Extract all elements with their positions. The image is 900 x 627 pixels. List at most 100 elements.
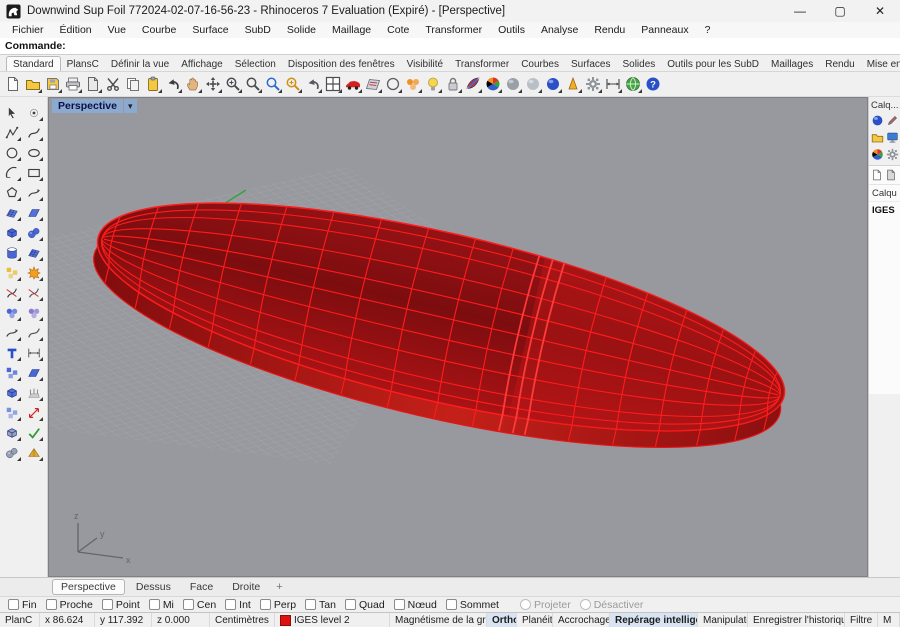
copy-icon[interactable]: [123, 74, 143, 94]
ribbon-tab-surfaces[interactable]: Surfaces: [565, 57, 616, 71]
osnap-checkbox-cen[interactable]: [183, 599, 194, 610]
check-icon[interactable]: [23, 423, 44, 442]
layer-colors-icon[interactable]: [483, 74, 503, 94]
osnap-checkbox-desactiver[interactable]: [580, 599, 591, 610]
loft-icon[interactable]: [23, 203, 44, 222]
perspective-viewport[interactable]: Perspective: [48, 97, 868, 577]
extend-icon[interactable]: [1, 323, 22, 342]
array-icon[interactable]: [1, 363, 22, 382]
dimension-icon[interactable]: [603, 74, 623, 94]
status-enregistrer-l-historique[interactable]: Enregistrer l'historique: [748, 613, 845, 627]
print-icon[interactable]: [63, 74, 83, 94]
explode-icon[interactable]: [23, 263, 44, 282]
plane-icon[interactable]: [23, 363, 44, 382]
add-viewport-icon[interactable]: +: [271, 581, 287, 593]
select-icon[interactable]: [1, 103, 22, 122]
osnap-proche[interactable]: Proche: [46, 599, 93, 611]
osnap-n-ud[interactable]: Nœud: [394, 599, 437, 611]
zoom-window-icon[interactable]: [243, 74, 263, 94]
menu-analyse[interactable]: Analyse: [533, 24, 586, 36]
status-magnetisme-de-la-grille[interactable]: Magnétisme de la grille: [390, 613, 487, 627]
lock-objects-icon[interactable]: [443, 74, 463, 94]
pyramid-icon[interactable]: [23, 443, 44, 462]
osnap-checkbox-proche[interactable]: [46, 599, 57, 610]
menu-item[interactable]: ?: [697, 24, 719, 36]
properties-icon[interactable]: [870, 113, 884, 127]
display-icon[interactable]: [885, 130, 899, 144]
ribbon-tab-disposition-des-fenetres[interactable]: Disposition des fenêtres: [282, 57, 401, 71]
osnap-checkbox-point[interactable]: [102, 599, 113, 610]
osnap-checkbox-sommet[interactable]: [446, 599, 457, 610]
osnap-checkbox-fin[interactable]: [8, 599, 19, 610]
view-tab-perspective[interactable]: Perspective: [52, 579, 125, 595]
maximize-button[interactable]: ▢: [820, 0, 860, 22]
ribbon-tab-rendu[interactable]: Rendu: [819, 57, 860, 71]
layers-icon[interactable]: [870, 147, 884, 161]
new-file-icon[interactable]: [3, 74, 23, 94]
hide-objects-icon[interactable]: [423, 74, 443, 94]
circle-icon[interactable]: [1, 143, 22, 162]
status-manipulateur[interactable]: Manipulateur: [698, 613, 748, 627]
circle-tool-icon[interactable]: [383, 74, 403, 94]
rotate-copy-icon[interactable]: [1, 423, 22, 442]
paste-icon[interactable]: [143, 74, 163, 94]
curve-icon[interactable]: [23, 123, 44, 142]
cylinder-icon[interactable]: [1, 243, 22, 262]
viewport-title[interactable]: Perspective: [52, 99, 123, 113]
osnap-mi[interactable]: Mi: [149, 599, 174, 611]
undo-view-icon[interactable]: [303, 74, 323, 94]
new-layer-icon[interactable]: [870, 168, 884, 182]
menu-edition[interactable]: Édition: [52, 24, 100, 36]
osnap-tan[interactable]: Tan: [305, 599, 336, 611]
scale-icon[interactable]: [23, 403, 44, 422]
rectangle-icon[interactable]: [23, 163, 44, 182]
menu-outils[interactable]: Outils: [490, 24, 533, 36]
layer-row-iges[interactable]: IGES: [869, 202, 900, 218]
rebuild-curve-icon[interactable]: [23, 323, 44, 342]
osnap-quad[interactable]: Quad: [345, 599, 385, 611]
patch-icon[interactable]: [23, 243, 44, 262]
status-y-117-392[interactable]: y 117.392: [95, 613, 152, 627]
box-icon[interactable]: [1, 223, 22, 242]
split-icon[interactable]: [23, 283, 44, 302]
arc-icon[interactable]: [1, 163, 22, 182]
web-icon[interactable]: [623, 74, 643, 94]
shaded-view-icon[interactable]: [503, 74, 523, 94]
status-z-0-000[interactable]: z 0.000: [152, 613, 210, 627]
cone-icon[interactable]: [563, 74, 583, 94]
delete-layer-icon[interactable]: [884, 168, 898, 182]
command-line[interactable]: Commande:: [0, 38, 900, 55]
solids-icon[interactable]: [1, 443, 22, 462]
blend-icon[interactable]: [23, 303, 44, 322]
ghosted-view-icon[interactable]: [523, 74, 543, 94]
osnap-projeter[interactable]: Projeter: [520, 599, 571, 611]
ribbon-tab-plansc[interactable]: PlansC: [61, 57, 105, 71]
status-centimetres[interactable]: Centimètres: [210, 613, 275, 627]
zoom-extents-icon[interactable]: [263, 74, 283, 94]
view-tab-face[interactable]: Face: [182, 580, 221, 594]
move-icon[interactable]: [23, 343, 44, 362]
save-icon[interactable]: [43, 74, 63, 94]
car-icon[interactable]: [343, 74, 363, 94]
make2d-icon[interactable]: [363, 74, 383, 94]
menu-courbe[interactable]: Courbe: [134, 24, 184, 36]
status-iges-level-2[interactable]: IGES level 2: [275, 613, 390, 627]
rotate-view-icon[interactable]: [203, 74, 223, 94]
text-icon[interactable]: [1, 343, 22, 362]
close-button[interactable]: ✕: [860, 0, 900, 22]
export-icon[interactable]: [83, 74, 103, 94]
osnap-checkbox-tan[interactable]: [305, 599, 316, 610]
osnap-desactiver[interactable]: Désactiver: [580, 599, 644, 611]
status-planeite[interactable]: Planéité: [517, 613, 553, 627]
status-m[interactable]: M: [878, 613, 900, 627]
status-accrochages[interactable]: Accrochages: [553, 613, 610, 627]
ellipse-icon[interactable]: [23, 143, 44, 162]
open-file-icon[interactable]: [23, 74, 43, 94]
ribbon-tab-courbes[interactable]: Courbes: [515, 57, 565, 71]
menu-panneaux[interactable]: Panneaux: [633, 24, 696, 36]
osnap-int[interactable]: Int: [225, 599, 251, 611]
ribbon-tab-maillages[interactable]: Maillages: [765, 57, 819, 71]
pen-icon[interactable]: [885, 113, 899, 127]
osnap-point[interactable]: Point: [102, 599, 140, 611]
osnap-cen[interactable]: Cen: [183, 599, 216, 611]
